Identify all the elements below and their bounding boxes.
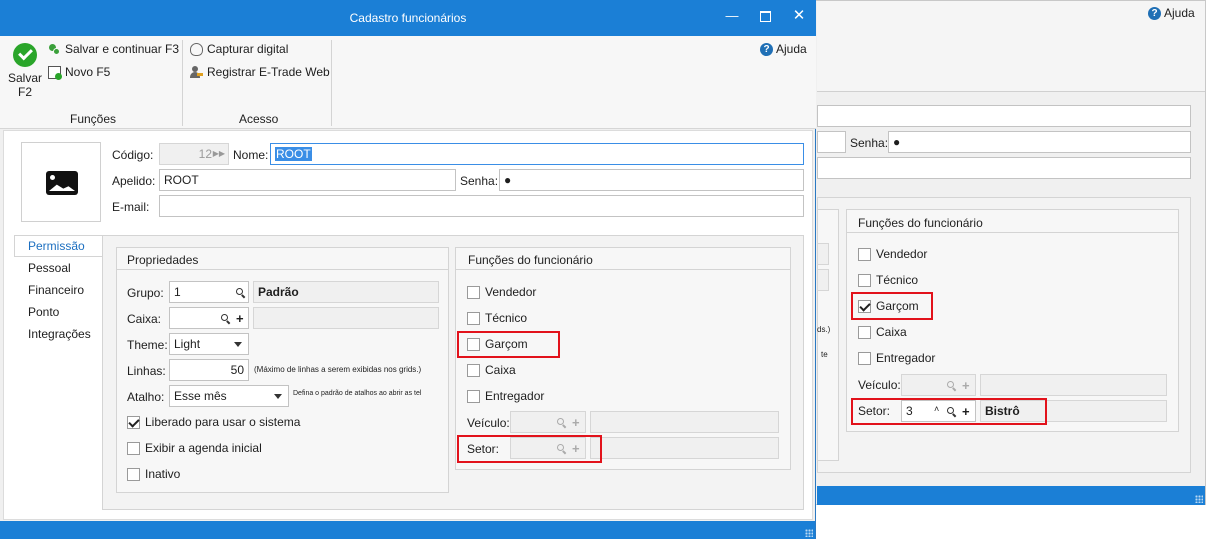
- next-icon: ▶▶: [212, 149, 225, 158]
- group-title: Funções do funcionário: [468, 253, 593, 267]
- search-icon: [236, 288, 243, 295]
- ribbon: Salvar F2 Salvar e continuar F3 Novo F5 F…: [0, 36, 816, 129]
- grupo-input[interactable]: 1: [169, 281, 249, 303]
- theme-label: Theme:: [127, 338, 168, 352]
- check-circle-icon: [13, 43, 37, 67]
- new-document-icon: [48, 66, 62, 81]
- role-vendedor[interactable]: Vendedor: [467, 285, 536, 300]
- fingerprint-icon: [190, 43, 203, 57]
- caixa-label: Caixa:: [127, 312, 162, 326]
- minimize-button[interactable]: —: [715, 0, 749, 32]
- background-veiculo-name: [980, 374, 1167, 396]
- email-label: E-mail:: [112, 200, 150, 214]
- background-note-fragment: te: [821, 350, 828, 359]
- save-continue-button[interactable]: Salvar e continuar F3: [48, 42, 179, 56]
- setor-name: [590, 437, 779, 459]
- title-bar: Cadastro funcionários — ✕: [0, 0, 816, 36]
- background-apelido-field[interactable]: [817, 131, 846, 153]
- photo-box[interactable]: [21, 142, 101, 222]
- email-input[interactable]: [159, 195, 804, 217]
- group-title: Funções do funcionário: [858, 216, 983, 230]
- help-icon: ?: [760, 43, 773, 57]
- codigo-field: 12 ▶▶: [159, 143, 229, 165]
- caixa-input[interactable]: +: [169, 307, 249, 329]
- new-button[interactable]: Novo F5: [48, 65, 110, 81]
- veiculo-label: Veículo:: [467, 416, 510, 430]
- linhas-label: Linhas:: [127, 364, 166, 378]
- apelido-input[interactable]: ROOT: [159, 169, 456, 191]
- save-button[interactable]: Salvar F2: [8, 43, 42, 99]
- veiculo-name: [590, 411, 779, 433]
- nav-item-pessoal[interactable]: Pessoal: [28, 261, 71, 275]
- highlight-garcom-unchecked: [457, 331, 560, 358]
- image-icon: [46, 171, 78, 195]
- chevron-down-icon: [274, 394, 282, 399]
- highlight-setor-filled: [851, 398, 1047, 425]
- background-role-caixa[interactable]: Caixa: [858, 325, 907, 340]
- window-title: Cadastro funcionários: [349, 11, 467, 25]
- maximize-button[interactable]: [748, 0, 782, 32]
- background-senha-field[interactable]: ●: [888, 131, 1191, 153]
- checkbox-inativo[interactable]: Inativo: [127, 467, 180, 482]
- senha-input[interactable]: ●: [499, 169, 804, 191]
- background-veiculo-field: +: [901, 374, 976, 396]
- linhas-input[interactable]: 50: [169, 359, 249, 381]
- grupo-name: Padrão: [253, 281, 439, 303]
- caixa-name: [253, 307, 439, 329]
- close-button[interactable]: ✕: [782, 0, 816, 32]
- role-tecnico[interactable]: Técnico: [467, 311, 527, 326]
- codigo-label: Código:: [112, 148, 154, 162]
- nome-input[interactable]: ROOT: [270, 143, 804, 165]
- background-veiculo-label: Veículo:: [858, 378, 901, 392]
- atalho-select[interactable]: Esse mês: [169, 385, 289, 407]
- plus-icon: +: [236, 311, 244, 326]
- background-field-fragment: [817, 243, 829, 265]
- nav-item-financeiro[interactable]: Financeiro: [28, 283, 84, 297]
- background-email-field[interactable]: [817, 157, 1191, 179]
- save-continue-icon: [48, 43, 61, 56]
- register-etrade-button[interactable]: Registrar E-Trade Web: [190, 65, 330, 79]
- senha-label: Senha:: [460, 174, 499, 188]
- capture-digital-button[interactable]: Capturar digital: [190, 42, 288, 57]
- nome-label: Nome:: [233, 148, 269, 162]
- help-button[interactable]: ? Ajuda: [760, 42, 807, 57]
- atalho-label: Atalho:: [127, 390, 165, 404]
- nav-item-ponto[interactable]: Ponto: [28, 305, 59, 319]
- background-status-bar: [817, 486, 1205, 505]
- chevron-down-icon: [234, 342, 242, 347]
- background-field-fragment: [817, 269, 829, 291]
- status-bar: [0, 521, 815, 539]
- nav-item-integracoes[interactable]: Integrações: [28, 327, 91, 341]
- background-name-field[interactable]: [817, 105, 1191, 127]
- group-label-access: Acesso: [239, 112, 279, 126]
- checkbox-agenda[interactable]: Exibir a agenda inicial: [127, 441, 262, 456]
- role-caixa[interactable]: Caixa: [467, 363, 516, 378]
- help-icon: ?: [1148, 7, 1161, 21]
- grupo-label: Grupo:: [127, 286, 164, 300]
- background-help-button[interactable]: ? Ajuda: [1148, 6, 1195, 21]
- group-label-functions: Funções: [70, 112, 117, 126]
- theme-select[interactable]: Light: [169, 333, 249, 355]
- apelido-label: Apelido:: [112, 174, 156, 188]
- background-role-entregador[interactable]: Entregador: [858, 351, 935, 366]
- highlight-setor-empty: [457, 435, 602, 463]
- user-key-icon: [190, 66, 203, 79]
- linhas-note: (Máximo de linhas a serem exibidas nos g…: [254, 365, 422, 374]
- background-role-tecnico[interactable]: Técnico: [858, 273, 918, 288]
- background-senha-label: Senha:: [850, 136, 889, 150]
- main-window: Cadastro funcionários — ✕ Salvar F2 Salva…: [0, 0, 816, 539]
- atalho-note: Defina o padrão de atalhos ao abrir as t…: [293, 390, 422, 397]
- background-ribbon: [817, 1, 1205, 92]
- highlight-garcom-checked: [851, 292, 933, 320]
- nav-item-permissao[interactable]: Permissão: [28, 239, 85, 253]
- background-note-fragment: ds.): [817, 325, 831, 334]
- checkbox-liberado[interactable]: Liberado para usar o sistema: [127, 415, 300, 430]
- role-entregador[interactable]: Entregador: [467, 389, 544, 404]
- search-icon: [221, 314, 228, 321]
- veiculo-field: +: [510, 411, 586, 433]
- background-role-vendedor[interactable]: Vendedor: [858, 247, 927, 262]
- group-title: Propriedades: [127, 253, 199, 267]
